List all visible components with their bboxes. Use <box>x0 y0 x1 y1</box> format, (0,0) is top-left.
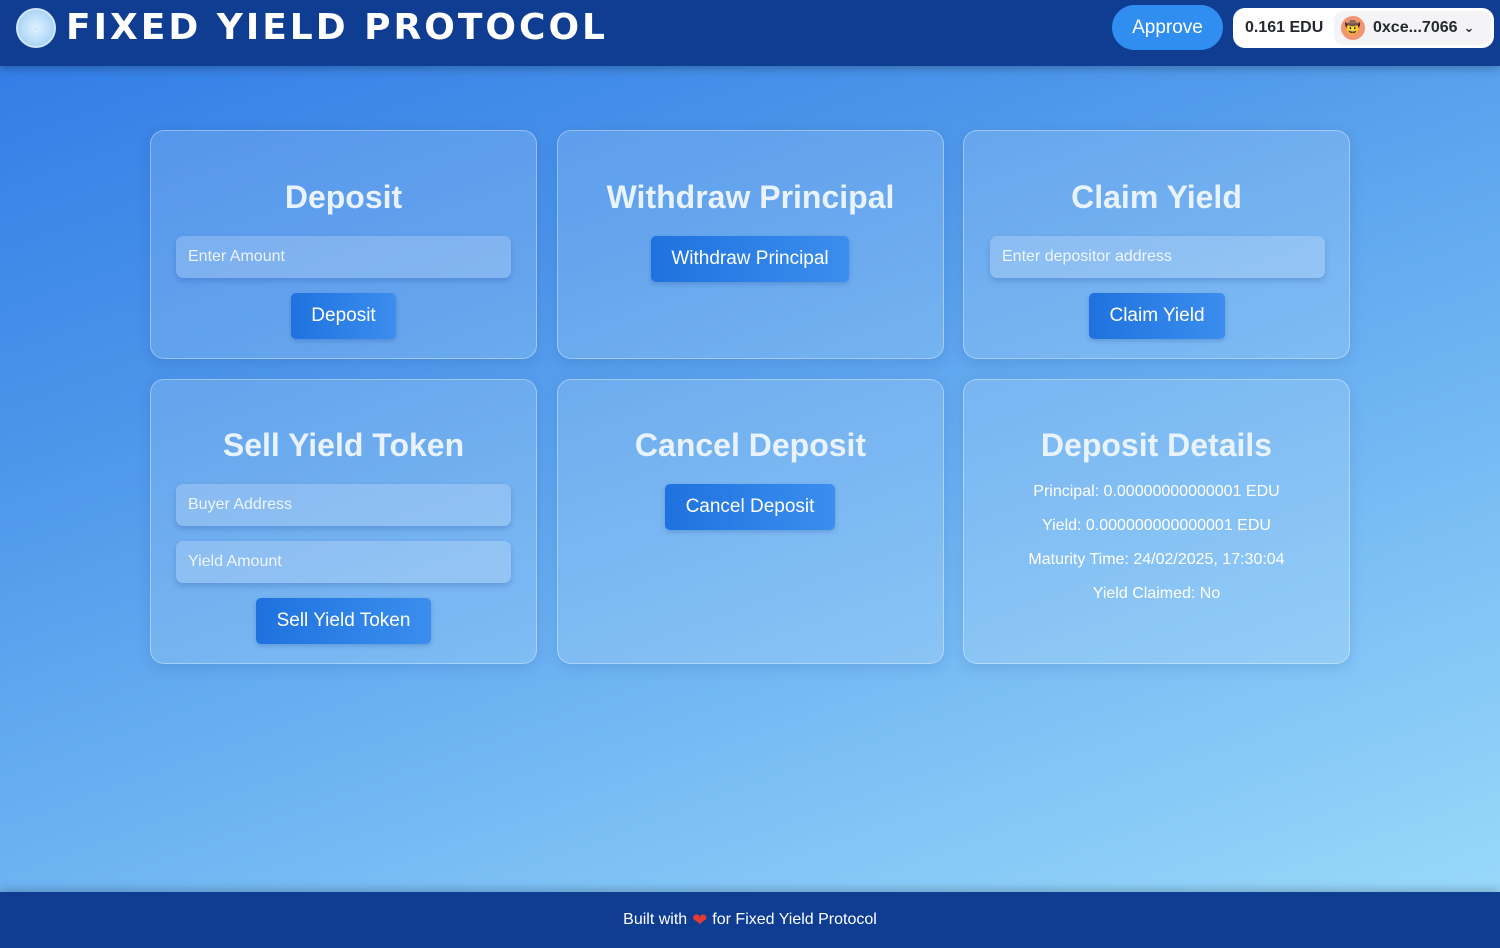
withdraw-principal-button[interactable]: Withdraw Principal <box>651 236 849 282</box>
chevron-down-icon: ⌄ <box>1463 20 1475 35</box>
footer: Built with ❤ for Fixed Yield Protocol <box>0 892 1500 948</box>
buyer-address-input[interactable] <box>176 484 511 526</box>
yield-value: Yield: 0.000000000000001 EDU <box>1042 517 1271 534</box>
sell-yield-token-card: Sell Yield Token Sell Yield Token <box>150 379 537 664</box>
cancel-deposit-button[interactable]: Cancel Deposit <box>665 484 835 530</box>
deposit-details-title: Deposit Details <box>1040 427 1273 463</box>
wallet-avatar-icon: 🤠 <box>1341 16 1365 40</box>
heart-icon: ❤ <box>692 909 708 930</box>
withdraw-principal-card: Withdraw Principal Withdraw Principal <box>557 130 944 359</box>
wallet-address: 0xce...7066 <box>1373 19 1458 36</box>
claim-yield-title: Claim Yield <box>1071 179 1242 215</box>
deposit-button[interactable]: Deposit <box>291 293 396 339</box>
claim-yield-card: Claim Yield Claim Yield <box>963 130 1350 359</box>
approve-button[interactable]: Approve <box>1112 5 1223 50</box>
app-title: FIXED YIELD PROTOCOL <box>66 7 608 48</box>
cancel-deposit-title: Cancel Deposit <box>634 427 867 463</box>
yield-claimed-status: Yield Claimed: No <box>1092 585 1221 602</box>
wallet-connect-widget[interactable]: 0.161 EDU 🤠 0xce...7066 ⌄ <box>1233 8 1494 48</box>
app-logo[interactable]: ◦ <box>16 8 56 48</box>
wallet-account-button[interactable]: 🤠 0xce...7066 ⌄ <box>1334 11 1491 45</box>
maturity-time-value: Maturity Time: 24/02/2025, 17:30:04 <box>1028 551 1285 568</box>
top-bar: ◦ FIXED YIELD PROTOCOL Approve 0.161 EDU… <box>0 0 1500 66</box>
footer-prefix: Built with <box>623 911 688 928</box>
cancel-deposit-card: Cancel Deposit Cancel Deposit <box>557 379 944 664</box>
wallet-balance[interactable]: 0.161 EDU <box>1233 19 1333 37</box>
principal-value: Principal: 0.00000000000001 EDU <box>1033 483 1280 500</box>
footer-suffix: for Fixed Yield Protocol <box>712 911 877 928</box>
sell-yield-token-title: Sell Yield Token <box>222 427 465 463</box>
claim-yield-button[interactable]: Claim Yield <box>1089 293 1225 339</box>
deposit-amount-input[interactable] <box>176 236 511 278</box>
deposit-card: Deposit Deposit <box>150 130 537 359</box>
deposit-title: Deposit <box>284 179 403 215</box>
withdraw-principal-title: Withdraw Principal <box>606 179 895 215</box>
yield-amount-input[interactable] <box>176 541 511 583</box>
depositor-address-input[interactable] <box>990 236 1325 278</box>
logo-mark: ◦ <box>35 25 37 31</box>
deposit-details-card: Deposit Details Principal: 0.00000000000… <box>963 379 1350 664</box>
sell-yield-token-button[interactable]: Sell Yield Token <box>256 598 431 644</box>
